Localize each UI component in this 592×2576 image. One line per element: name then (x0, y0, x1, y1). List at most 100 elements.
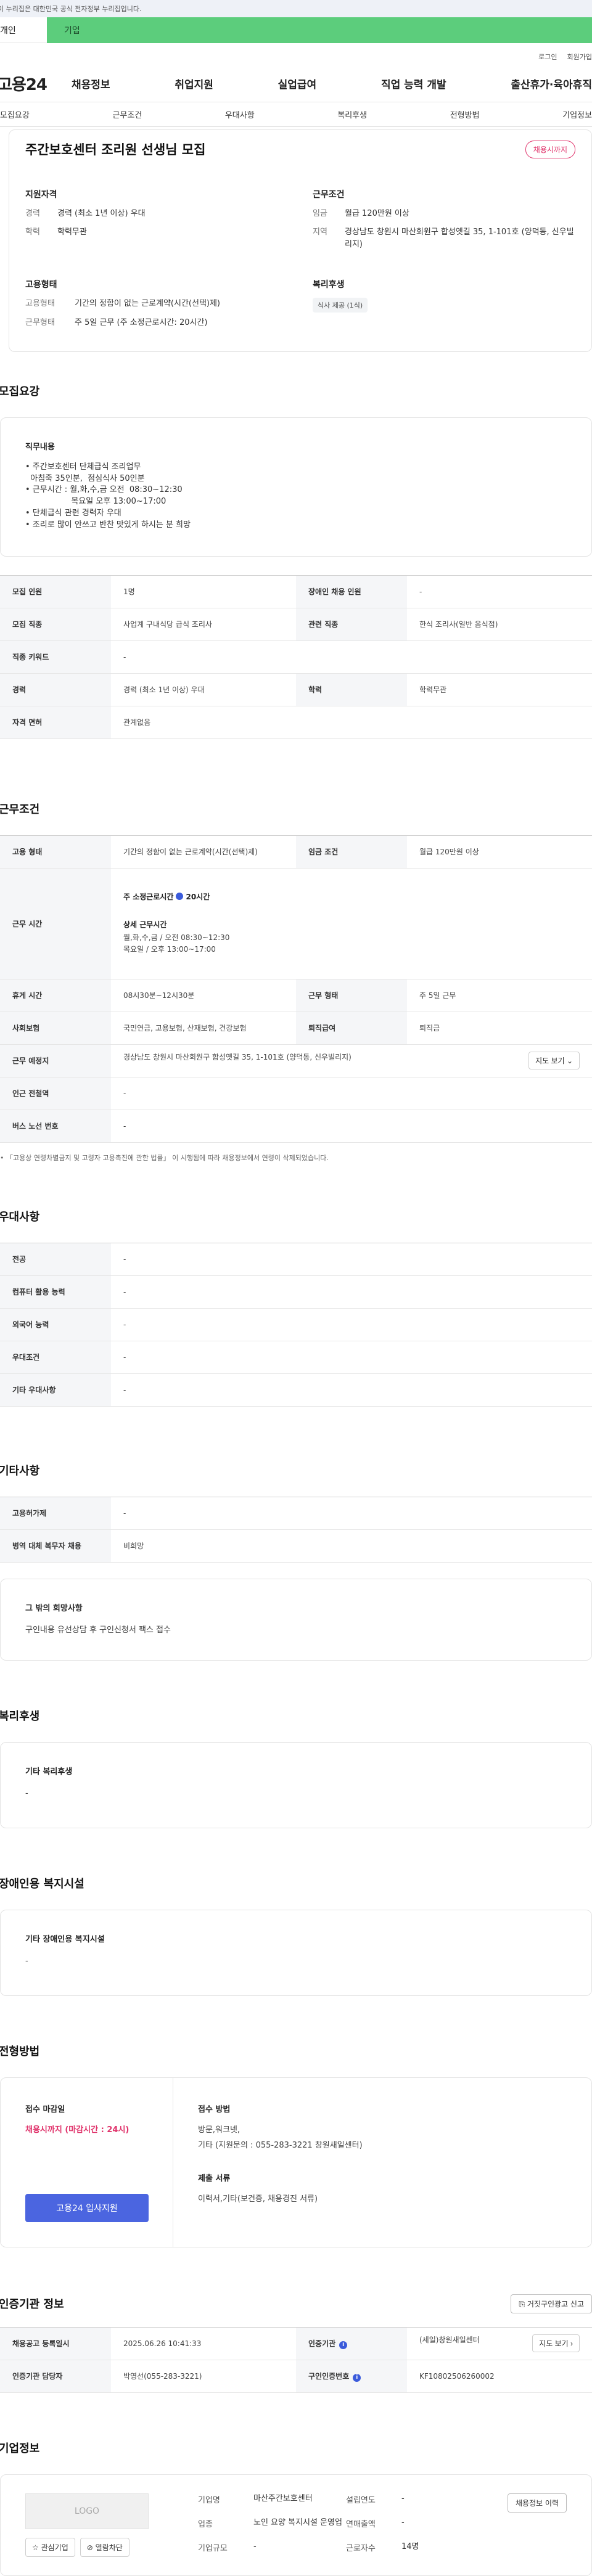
employment-type-value: 기간의 정함이 없는 근로계약(시간(선택)제) (75, 299, 221, 309)
table-header: 컴퓨터 활용 능력 (0, 1275, 111, 1309)
recruit-section: 모집요강 직무내용 • 주간보호센터 단체급식 조리업무 아침죽 35인분, 점… (0, 383, 592, 739)
gnb-item-vocational-training[interactable]: 직업 능력 개발 (381, 76, 446, 91)
tab-personal[interactable]: 개인 (0, 17, 47, 43)
welfare-heading: 복리후생 (313, 280, 345, 290)
table-row: 기타 우대사항 - (0, 1373, 592, 1407)
welfare-title: 복리후생 (0, 1710, 40, 1723)
block-icon: ⊘ (86, 2543, 93, 2552)
docs-label: 제출 서류 (198, 2174, 231, 2184)
process-title: 전형방법 (0, 2045, 40, 2058)
hours-detail-line: 월,화,수,금 / 오전 08:30~12:30 (123, 933, 230, 942)
apply-left: 접수 마감일 채용시까지 (마감시간 : 24시) 고용24 입사지원 (1, 2077, 173, 2247)
login-link[interactable]: 로그인 (538, 52, 557, 62)
summary-header: 주간보호센터 조리원 선생님 모집 채용시까지 (25, 140, 575, 158)
block-view-button[interactable]: ⊘ 열람차단 (80, 2537, 130, 2557)
deadline-label: 접수 마감일 (25, 2104, 65, 2114)
summary-employment: 고용형태 고용형태 기간의 정함이 없는 근로계약(시간(선택)제) 근무형태 주 … (25, 278, 288, 335)
table-header: 관련 직종 (296, 607, 407, 641)
hope-box: 그 밖의 희망사항 구인내용 유선상담 후 구인신청서 팩스 접수 (0, 1578, 592, 1661)
table-header: 자격 면허 (0, 705, 111, 739)
gov-banner: 이 누리집은 대한민국 공식 전자정부 누리집입니다. (0, 0, 592, 17)
agency-org-header: 인증기관 i (296, 2326, 407, 2360)
table-row: 인증기관 담당자 박영선(055-283-3221) 구인인증번호 i KF108… (0, 2359, 592, 2393)
employees-label: 근로자수 (346, 2543, 376, 2553)
signup-link[interactable]: 회원가입 (567, 52, 592, 62)
gov-banner-text: 이 누리집은 대한민국 공식 전자정부 누리집입니다. (0, 5, 142, 13)
welfare-box: 기타 복리후생 - (0, 1742, 592, 1829)
hope-heading: 그 밖의 희망사항 (25, 1603, 83, 1613)
map-view-button[interactable]: 지도 보기 ⌄ (528, 1052, 580, 1070)
industry-label: 업종 (198, 2519, 213, 2529)
table-cell: KF10802506260002 (407, 2359, 592, 2393)
tab-preference[interactable]: 우대사항 (225, 108, 255, 120)
table-cell: - (111, 1076, 592, 1110)
company-name-label: 기업명 (198, 2495, 220, 2505)
work-form-label: 근무형태 (25, 317, 55, 327)
table-cell: - (111, 1275, 592, 1309)
info-icon[interactable]: i (339, 2341, 348, 2349)
hope-text: 구인내용 유선상담 후 구인신청서 팩스 접수 (25, 1625, 171, 1635)
work-table: 고용 형태 기간의 정함이 없는 근로계약(시간(선택)제) 임금 조건 월급 … (0, 835, 592, 1143)
duty-heading: 직무내용 (25, 442, 55, 452)
agency-table: 채용공고 등록일시 2025.06.26 10:41:33 인증기관 i (세일)… (0, 2326, 592, 2393)
table-row: 컴퓨터 활용 능력 - (0, 1275, 592, 1309)
agency-org-value: (세일)창원새일센터 (419, 2336, 480, 2345)
work-section: 근무조건 고용 형태 기간의 정함이 없는 근로계약(시간(선택)제) 임금 조… (0, 801, 592, 1163)
hours-detail-title: 상세 근무시간 (123, 920, 167, 930)
hours-detail-line: 목요일 / 오후 13:00~17:00 (123, 945, 216, 954)
table-cell: - (111, 1340, 592, 1374)
tab-recruit[interactable]: 모집요강 (0, 108, 30, 120)
table-header: 모집 인원 (0, 574, 111, 608)
table-cell: - (111, 640, 592, 674)
table-cell: - (111, 1307, 592, 1341)
company-title: 기업정보 (0, 2442, 40, 2455)
table-cell: 08시30분~12시30분 (111, 978, 296, 1012)
recruit-title: 모집요강 (0, 385, 40, 398)
site-logo[interactable]: 고용24 (0, 72, 72, 95)
table-cell: 박영선(055-283-3221) (111, 2359, 296, 2393)
work-hours-cell: 주 소정근로시간 20시간 상세 근무시간 월,화,수,금 / 오전 08:30~… (111, 867, 592, 979)
favorite-company-button[interactable]: ☆ 관심기업 (25, 2537, 75, 2557)
table-header: 채용공고 등록일시 (0, 2326, 111, 2360)
tab-work-conditions[interactable]: 근무조건 (112, 108, 142, 120)
tab-welfare[interactable]: 복리후생 (337, 108, 367, 120)
job-title: 주간보호센터 조리원 선생님 모집 (25, 142, 206, 157)
agency-map-button[interactable]: 지도 보기 › (532, 2334, 580, 2353)
tab-company[interactable]: 기업 (47, 17, 592, 43)
chevron-down-icon: ⌄ (566, 1057, 573, 1066)
table-header: 근무 시간 (0, 867, 111, 979)
welfare-etc-heading: 기타 복리후생 (25, 1767, 73, 1777)
false-report-button[interactable]: ⎘ 거짓구인광고 신고 (511, 2294, 592, 2313)
disability-etc-value: - (25, 1957, 28, 1966)
preference-table: 전공 - 컴퓨터 활용 능력 - 외국어 능력 - 우대조건 - 기타 우대사항 - (0, 1242, 592, 1407)
job-history-button[interactable]: 채용정보 이력 (507, 2493, 567, 2513)
gnb-item-unemployment-benefit[interactable]: 실업급여 (278, 76, 317, 91)
tab-company[interactable]: 기업정보 (562, 108, 592, 120)
etc-table: 고용허가제 - 병역 대체 복무자 채용 비희망 (0, 1496, 592, 1563)
table-row: 직종 키워드 - (0, 640, 592, 674)
gnb-item-employment-support[interactable]: 취업지원 (175, 76, 213, 91)
table-header: 우대조건 (0, 1340, 111, 1374)
util-links: 로그인 회원가입 (0, 48, 592, 65)
table-row: 고용 형태 기간의 정함이 없는 근로계약(시간(선택)제) 임금 조건 월급 … (0, 835, 592, 869)
table-header: 휴게 시간 (0, 978, 111, 1012)
table-cell: 퇴직금 (407, 1011, 592, 1045)
employment-heading: 고용형태 (25, 280, 57, 290)
summary-card: 주간보호센터 조리원 선생님 모집 채용시까지 지원자격 경력 경력 (최소 1년… (9, 129, 592, 352)
tab-process[interactable]: 전형방법 (450, 108, 480, 120)
apply-right: 접수 방법 방문,워크넷, 기타 (지원문의 : 055-283-3221 창원… (173, 2078, 591, 2247)
table-cell: - (111, 1373, 592, 1407)
anchor-tabs: 모집요강 근무조건 우대사항 복리후생 전형방법 기업정보 (0, 102, 592, 127)
table-header: 학력 (296, 673, 407, 706)
company-section: 기업정보 LOGO ☆ 관심기업 ⊘ 열람차단 기업명 마산주간보호센터 설립연… (0, 2440, 592, 2576)
gnb-item-jobs[interactable]: 채용정보 (72, 76, 110, 91)
gnb-item-parental-leave[interactable]: 출산휴가·육아휴직 (511, 76, 592, 91)
job-detail-page: 이 누리집은 대한민국 공식 전자정부 누리집입니다. 개인 기업 로그인 회원… (0, 0, 592, 2576)
table-row: 모집 인원 1명 장애인 채용 인원 - (0, 574, 592, 608)
method-line: 기타 (지원문의 : 055-283-3221 창원새일센터) (198, 2140, 363, 2150)
table-header: 고용허가제 (0, 1496, 111, 1530)
agency-map-label: 지도 보기 (539, 2339, 569, 2349)
table-cell: 기간의 정함이 없는 근로계약(시간(선택)제) (111, 835, 296, 869)
apply-button[interactable]: 고용24 입사지원 (25, 2193, 149, 2222)
info-icon[interactable]: i (353, 2373, 361, 2382)
